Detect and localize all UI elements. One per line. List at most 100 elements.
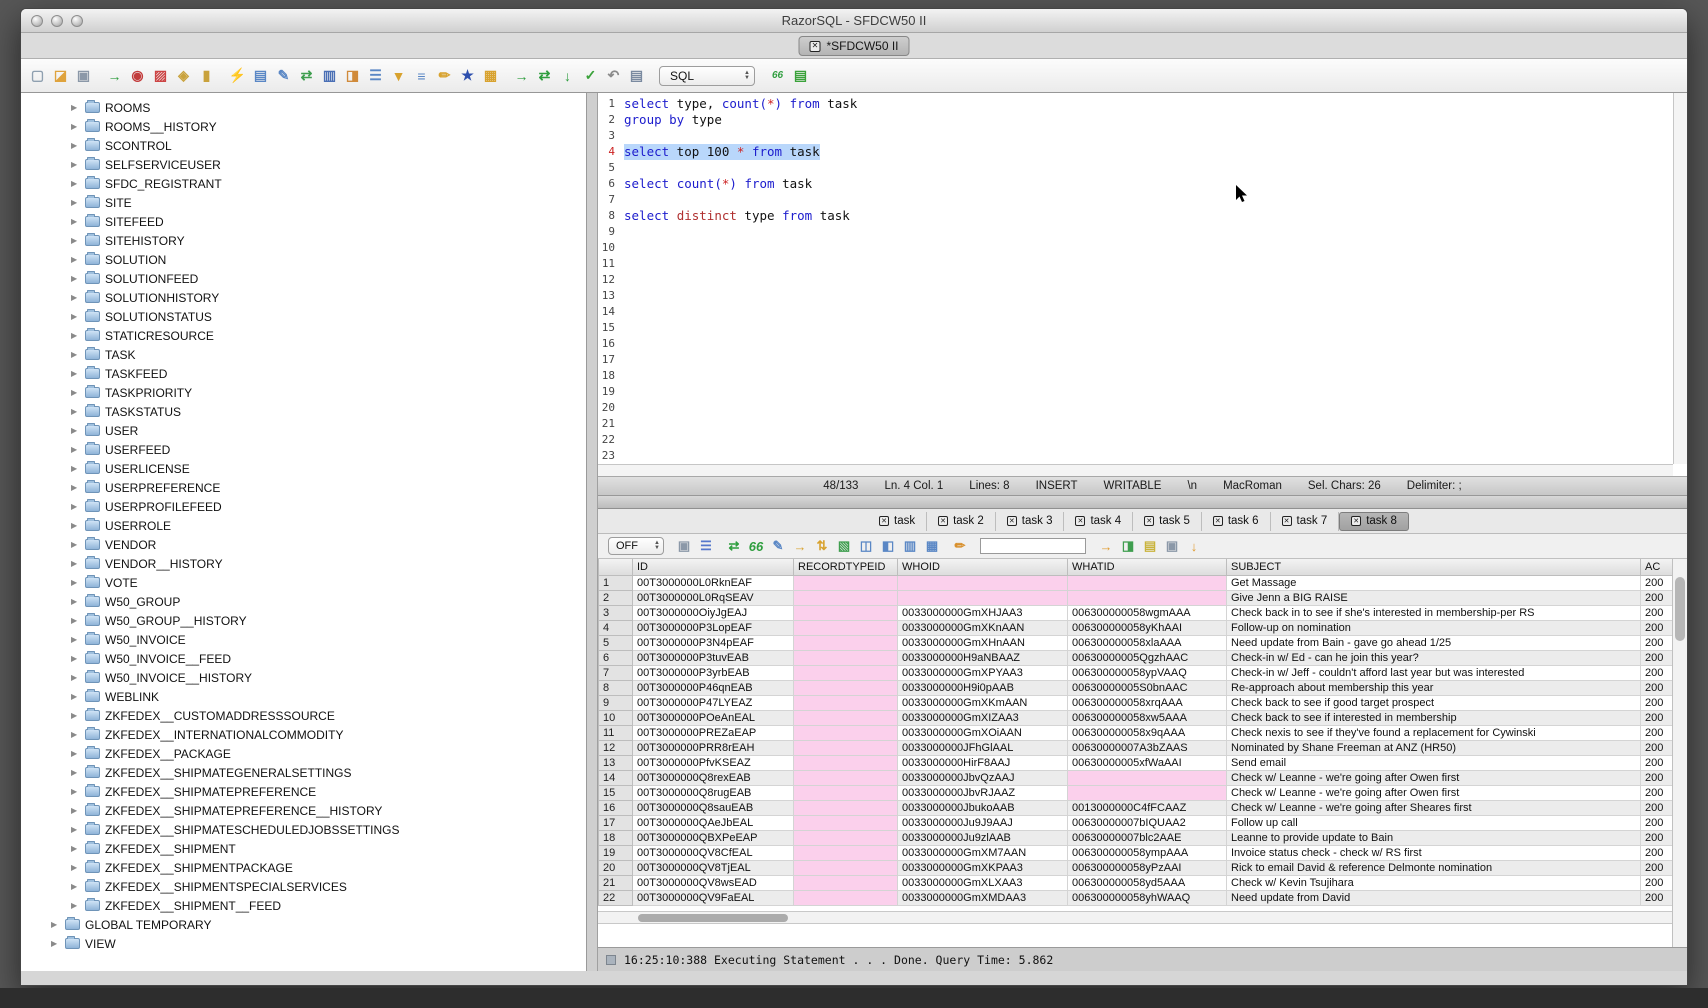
tree-item[interactable]: ▶STATICRESOURCE — [21, 326, 586, 345]
execute-fetch-icon[interactable]: ↓ — [559, 67, 576, 85]
copy-results-icon[interactable]: ▥ — [902, 538, 918, 554]
table-cell[interactable]: Check-in w/ Ed - can he join this year? — [1227, 650, 1641, 665]
table-cell[interactable]: 006300000058xw5AAA — [1068, 710, 1227, 725]
disclosure-triangle-icon[interactable]: ▶ — [71, 863, 80, 872]
disclosure-triangle-icon[interactable]: ▶ — [71, 274, 80, 283]
table-cell[interactable]: Need update from David — [1227, 890, 1641, 905]
table-cell[interactable]: 0033000000Ju9zlAAB — [898, 830, 1068, 845]
database-browser-icon[interactable]: ▥ — [321, 67, 338, 85]
disclosure-triangle-icon[interactable]: ▶ — [71, 597, 80, 606]
disclosure-triangle-icon[interactable]: ▶ — [71, 236, 80, 245]
disclosure-triangle-icon[interactable]: ▶ — [71, 331, 80, 340]
tree-item[interactable]: ▶VENDOR__HISTORY — [21, 554, 586, 573]
disclosure-triangle-icon[interactable]: ▶ — [71, 217, 80, 226]
close-tab-icon[interactable]: ✕ — [1144, 516, 1154, 526]
find-next-icon[interactable]: → — [1098, 538, 1114, 554]
execute-all-icon[interactable]: ⇄ — [536, 67, 553, 85]
results-tab[interactable]: ✕task 6 — [1202, 512, 1271, 531]
scrollbar-thumb[interactable] — [1675, 577, 1685, 641]
disclosure-triangle-icon[interactable]: ▶ — [71, 806, 80, 815]
tree-item[interactable]: ▶ZKFEDEX__SHIPMATEPREFERENCE — [21, 782, 586, 801]
table-cell[interactable]: 00630000005S0bnAAC — [1068, 680, 1227, 695]
fetch-more-icon[interactable]: ↓ — [1186, 538, 1202, 554]
table-cell[interactable] — [898, 590, 1068, 605]
copy-with-headers-icon[interactable]: ▦ — [924, 538, 940, 554]
disclosure-triangle-icon[interactable]: ▶ — [71, 350, 80, 359]
tree-item[interactable]: ▶SCONTROL — [21, 136, 586, 155]
tree-item[interactable]: ▶W50_INVOICE — [21, 630, 586, 649]
tree-item[interactable]: ▶ROOMS__HISTORY — [21, 117, 586, 136]
table-cell[interactable]: 00T3000000PRR8rEAH — [633, 740, 794, 755]
save-grid-icon[interactable]: ▣ — [1164, 538, 1180, 554]
table-cell[interactable]: 0033000000GmXKnAAN — [898, 620, 1068, 635]
disclosure-triangle-icon[interactable]: ▶ — [51, 939, 60, 948]
disclosure-triangle-icon[interactable]: ▶ — [71, 844, 80, 853]
close-button[interactable] — [31, 15, 43, 27]
close-tab-icon[interactable]: ✕ — [809, 41, 820, 52]
database-tree[interactable]: ▶ROOMS▶ROOMS__HISTORY▶SCONTROL▶SELFSERVI… — [21, 93, 587, 971]
table-cell[interactable]: 00T3000000P3N4pEAF — [633, 635, 794, 650]
column-header[interactable]: SUBJECT — [1227, 559, 1641, 575]
tree-item[interactable]: ▶SFDC_REGISTRANT — [21, 174, 586, 193]
tree-item[interactable]: ▶GLOBAL TEMPORARY — [21, 915, 586, 934]
tree-item[interactable]: ▶SELFSERVICEUSER — [21, 155, 586, 174]
table-cell[interactable]: Follow-up on nomination — [1227, 620, 1641, 635]
tree-item[interactable]: ▶ZKFEDEX__SHIPMENT__FEED — [21, 896, 586, 915]
tree-item[interactable]: ▶WEBLINK — [21, 687, 586, 706]
table-cell[interactable]: 00T3000000P3tuvEAB — [633, 650, 794, 665]
export-results-icon[interactable]: ◨ — [1120, 538, 1136, 554]
results-list-icon[interactable]: ▤ — [792, 67, 809, 85]
tree-item[interactable]: ▶SITEHISTORY — [21, 231, 586, 250]
table-cell[interactable]: 0033000000JbvRJAAZ — [898, 785, 1068, 800]
column-header[interactable] — [599, 559, 633, 575]
tree-item[interactable]: ▶TASKSTATUS — [21, 402, 586, 421]
table-cell[interactable]: Check w/ Leanne - we're going after Owen… — [1227, 770, 1641, 785]
table-cell[interactable]: 00630000005xfWaAAI — [1068, 755, 1227, 770]
disclosure-triangle-icon[interactable]: ▶ — [71, 673, 80, 682]
disclosure-triangle-icon[interactable]: ▶ — [71, 483, 80, 492]
table-cell[interactable] — [794, 620, 898, 635]
disclosure-triangle-icon[interactable]: ▶ — [71, 901, 80, 910]
table-cell[interactable] — [794, 575, 898, 590]
format-sql-icon[interactable]: ✏ — [436, 67, 453, 85]
table-cell[interactable]: 0033000000Ju9J9AAJ — [898, 815, 1068, 830]
add-connection-icon[interactable]: ◈ — [175, 67, 192, 85]
query-builder-icon[interactable]: ☰ — [367, 67, 384, 85]
table-cell[interactable] — [794, 695, 898, 710]
close-tab-icon[interactable]: ✕ — [938, 516, 948, 526]
tree-item[interactable]: ▶VENDOR — [21, 535, 586, 554]
table-cell[interactable]: 00T3000000P46qnEAB — [633, 680, 794, 695]
table-cell[interactable]: 006300000058yKhAAI — [1068, 620, 1227, 635]
tree-item[interactable]: ▶ZKFEDEX__INTERNATIONALCOMMODITY — [21, 725, 586, 744]
column-header[interactable]: ID — [633, 559, 794, 575]
table-cell[interactable]: Rick to email David & reference Delmonte… — [1227, 860, 1641, 875]
results-tab[interactable]: ✕task 7 — [1271, 512, 1340, 531]
table-cell[interactable]: 00T3000000Q8sauEAB — [633, 800, 794, 815]
tree-item[interactable]: ▶SITEFEED — [21, 212, 586, 231]
search-highlight-icon[interactable]: ✏ — [952, 538, 968, 554]
table-cell[interactable]: 006300000058xrqAAA — [1068, 695, 1227, 710]
table-cell[interactable]: 0033000000JbukoAAB — [898, 800, 1068, 815]
edit-results-icon[interactable]: ✎ — [770, 538, 786, 554]
search-input[interactable] — [980, 538, 1086, 554]
table-cell[interactable]: 0033000000H9aNBAAZ — [898, 650, 1068, 665]
table-cell[interactable] — [794, 590, 898, 605]
table-cell[interactable]: Send email — [1227, 755, 1641, 770]
table-cell[interactable]: 0033000000GmXKPAA3 — [898, 860, 1068, 875]
table-cell[interactable]: 0033000000H9i0pAAB — [898, 680, 1068, 695]
table-cell[interactable]: 0033000000GmXPYAA3 — [898, 665, 1068, 680]
table-cell[interactable]: 00T3000000QV8CfEAL — [633, 845, 794, 860]
edit-table-icon[interactable]: ✎ — [275, 67, 292, 85]
tree-item[interactable]: ▶W50_INVOICE__FEED — [21, 649, 586, 668]
insert-row-icon[interactable]: → — [792, 538, 808, 554]
tree-item[interactable]: ▶SOLUTIONFEED — [21, 269, 586, 288]
execute-sql-icon[interactable]: → — [513, 67, 530, 85]
tree-item[interactable]: ▶ZKFEDEX__SHIPMATESCHEDULEDJOBSSETTINGS — [21, 820, 586, 839]
filter-results-icon[interactable]: ☰ — [698, 538, 714, 554]
disclosure-triangle-icon[interactable]: ▶ — [71, 179, 80, 188]
describe-table-icon[interactable]: ▤ — [252, 67, 269, 85]
disclosure-triangle-icon[interactable]: ▶ — [71, 559, 80, 568]
table-cell[interactable]: Check back in to see if she's interested… — [1227, 605, 1641, 620]
table-cell[interactable]: Check back to see if good target prospec… — [1227, 695, 1641, 710]
disclosure-triangle-icon[interactable]: ▶ — [71, 882, 80, 891]
